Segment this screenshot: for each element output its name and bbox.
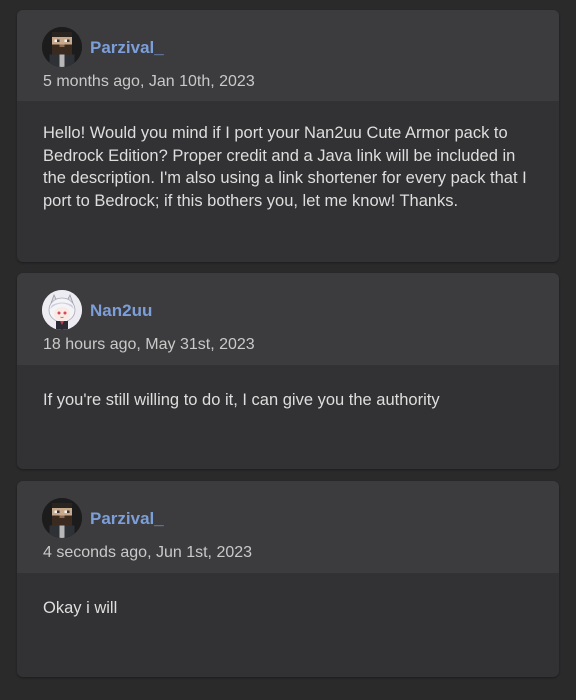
- anime-girl-avatar-icon[interactable]: [42, 290, 82, 330]
- comment-body: Okay i will: [43, 599, 118, 617]
- comment-author-link[interactable]: Parzival_: [90, 38, 164, 58]
- comment-timestamp: 5 months ago, Jan 10th, 2023: [43, 73, 255, 90]
- comment-author-link[interactable]: Nan2uu: [90, 301, 152, 321]
- comment-timestamp: 18 hours ago, May 31st, 2023: [43, 336, 255, 353]
- comment-timestamp: 4 seconds ago, Jun 1st, 2023: [43, 544, 253, 561]
- comment-body: Hello! Would you mind if I port your Nan…: [43, 124, 527, 210]
- comment-card: Parzival_ 5 months ago, Jan 10th, 2023 H…: [17, 10, 559, 262]
- comment-header: Parzival_ 4 seconds ago, Jun 1st, 2023: [17, 481, 559, 573]
- comment-body: If you're still willing to do it, I can …: [43, 391, 440, 409]
- pixel-avatar-bearded-icon[interactable]: [42, 498, 82, 538]
- comment-author-link[interactable]: Parzival_: [90, 509, 164, 529]
- comment-feed: Parzival_ 5 months ago, Jan 10th, 2023 H…: [0, 0, 576, 700]
- comment-card: Nan2uu 18 hours ago, May 31st, 2023 If y…: [17, 273, 559, 469]
- comment-card: Parzival_ 4 seconds ago, Jun 1st, 2023 O…: [17, 481, 559, 677]
- pixel-avatar-bearded-icon[interactable]: [42, 27, 82, 67]
- comment-header: Nan2uu 18 hours ago, May 31st, 2023: [17, 273, 559, 365]
- comment-header: Parzival_ 5 months ago, Jan 10th, 2023: [17, 10, 559, 101]
